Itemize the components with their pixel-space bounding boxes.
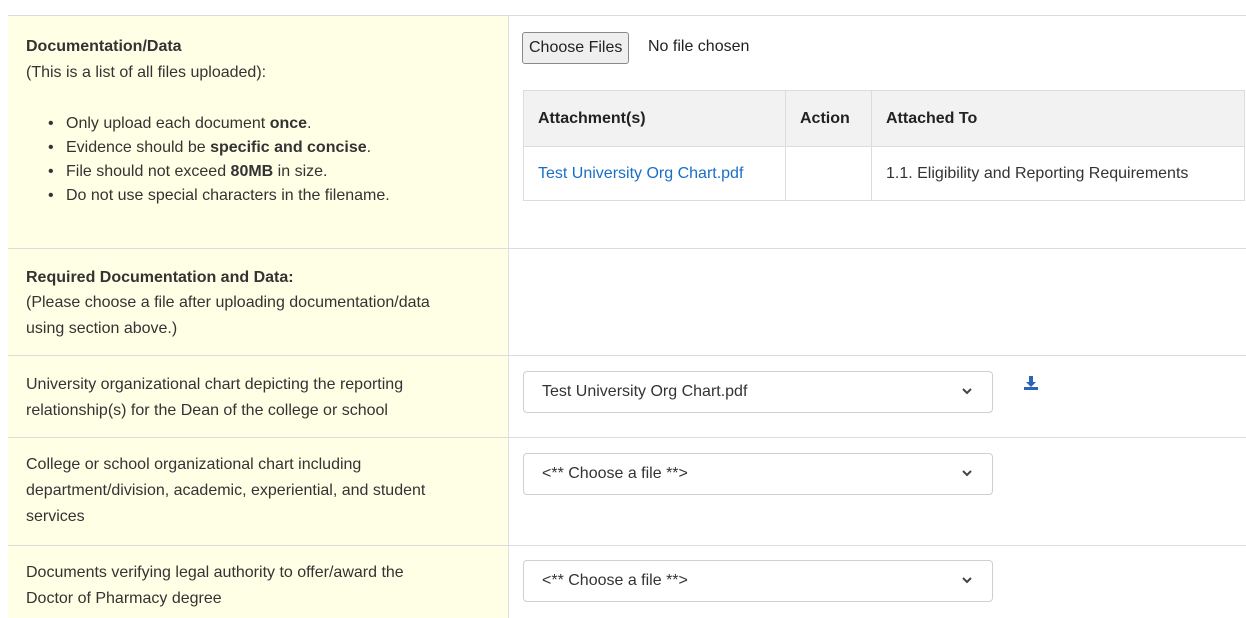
upload-controls-cell: Choose Files No file chosen Attachment(s…	[508, 16, 1246, 248]
requirement-label-line1: College or school organizational chart i…	[26, 456, 362, 473]
required-section-row: Required Documentation and Data: (Please…	[8, 248, 1246, 355]
guideline-item: Evidence should be specific and concise.	[46, 136, 486, 160]
required-empty-cell	[508, 249, 1246, 355]
guideline-item: Do not use special characters in the fil…	[46, 184, 486, 208]
chevron-down-icon	[962, 577, 972, 584]
requirement-label-line2: relationship(s) for the Dean of the coll…	[26, 402, 388, 419]
attachment-link[interactable]: Test University Org Chart.pdf	[538, 165, 743, 182]
requirement-label-cell: College or school organizational chart i…	[8, 438, 508, 545]
table-header-row: Attachment(s) Action Attached To	[523, 90, 1245, 147]
chevron-down-icon	[962, 470, 972, 477]
chevron-down-icon	[962, 388, 972, 395]
upload-subheading: (This is a list of all files uploaded):	[26, 64, 267, 81]
required-note-line1: (Please choose a file after uploading do…	[26, 294, 430, 311]
file-select-university-org-chart[interactable]: Test University Org Chart.pdf	[523, 371, 993, 413]
required-heading-cell: Required Documentation and Data: (Please…	[8, 249, 508, 355]
attached-to-cell: 1.1. Eligibility and Reporting Requireme…	[871, 146, 1245, 201]
attachments-table: Attachment(s) Action Attached To Test Un…	[523, 90, 1245, 201]
column-header-attachments: Attachment(s)	[523, 90, 786, 147]
file-select-value: Test University Org Chart.pdf	[542, 383, 748, 400]
upload-section-row: Documentation/Data (This is a list of al…	[8, 15, 1246, 248]
action-cell	[785, 146, 872, 201]
file-select-college-org-chart[interactable]: <** Choose a file **>	[523, 453, 993, 495]
file-select-legal-authority[interactable]: <** Choose a file **>	[523, 560, 993, 602]
requirement-label-line1: University organizational chart depictin…	[26, 376, 404, 393]
table-row: Test University Org Chart.pdf 1.1. Eligi…	[523, 146, 1245, 201]
required-note-line2: using section above.)	[26, 320, 178, 337]
requirement-select-cell: <** Choose a file **>	[508, 546, 1246, 618]
requirement-row: College or school organizational chart i…	[8, 437, 1246, 545]
attachment-cell: Test University Org Chart.pdf	[523, 146, 786, 201]
upload-instructions-cell: Documentation/Data (This is a list of al…	[8, 16, 508, 248]
requirement-row: University organizational chart depictin…	[8, 355, 1246, 437]
requirement-select-cell: Test University Org Chart.pdf	[508, 356, 1246, 437]
download-icon[interactable]	[1023, 375, 1039, 391]
upload-guidelines-list: Only upload each document once. Evidence…	[46, 112, 486, 208]
upload-heading: Documentation/Data	[26, 38, 182, 55]
requirement-row: Documents verifying legal authority to o…	[8, 545, 1246, 618]
requirement-label-line3: services	[26, 508, 85, 525]
requirement-label-cell: Documents verifying legal authority to o…	[8, 546, 508, 618]
requirement-select-cell: <** Choose a file **>	[508, 438, 1246, 545]
requirement-label-line2: department/division, academic, experient…	[26, 482, 426, 499]
requirement-label-line1: Documents verifying legal authority to o…	[26, 564, 404, 581]
requirement-label-cell: University organizational chart depictin…	[8, 356, 508, 437]
file-select-value: <** Choose a file **>	[542, 572, 688, 589]
file-status-text: No file chosen	[648, 38, 750, 55]
guideline-item: File should not exceed 80MB in size.	[46, 160, 486, 184]
column-header-attached-to: Attached To	[871, 90, 1245, 147]
file-select-value: <** Choose a file **>	[542, 465, 688, 482]
requirement-label-line2: Doctor of Pharmacy degree	[26, 590, 222, 607]
choose-files-button[interactable]: Choose Files	[522, 32, 630, 64]
guideline-item: Only upload each document once.	[46, 112, 486, 136]
required-heading: Required Documentation and Data:	[26, 269, 294, 286]
column-header-action: Action	[785, 90, 872, 147]
